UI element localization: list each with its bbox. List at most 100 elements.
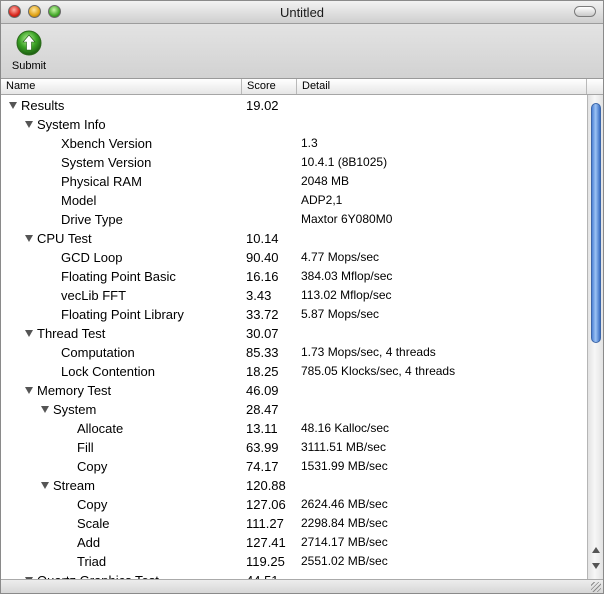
row-detail: 10.4.1 (8B1025)	[301, 155, 388, 169]
bottom-bar	[1, 579, 603, 593]
outline-row[interactable]: Add 127.41 2714.17 MB/sec	[1, 533, 587, 552]
outline-row[interactable]: Floating Point Basic 16.16 384.03 Mflop/se…	[1, 267, 587, 286]
disclosure-triangle-icon[interactable]	[25, 387, 33, 394]
outline-row[interactable]: Quartz Graphics Test 44.51	[1, 571, 587, 579]
row-score: 13.11	[246, 421, 278, 436]
row-detail: 2714.17 MB/sec	[301, 535, 388, 549]
row-detail: 5.87 Mops/sec	[301, 307, 380, 321]
row-name: Stream	[53, 478, 95, 493]
row-detail: 1.3	[301, 136, 318, 150]
submit-label: Submit	[11, 60, 47, 72]
row-detail: 2048 MB	[301, 174, 350, 188]
row-score: 127.41	[246, 535, 286, 550]
row-score: 44.51	[246, 571, 279, 579]
row-detail: 785.05 Klocks/sec, 4 threads	[301, 364, 456, 378]
row-name: Copy	[77, 497, 108, 512]
scroll-up-arrow-icon[interactable]	[592, 547, 600, 553]
row-detail: 2551.02 MB/sec	[301, 554, 388, 568]
resize-grip-icon[interactable]	[591, 582, 601, 592]
outline-row[interactable]: Floating Point Library 33.72 5.87 Mops/sec	[1, 305, 587, 324]
column-header-score[interactable]: Score	[242, 79, 297, 94]
outline-row[interactable]: Fill 63.99 3111.51 MB/sec	[1, 438, 587, 457]
row-score: 28.47	[246, 402, 279, 417]
submit-button[interactable]: Submit	[9, 30, 49, 72]
outline-row[interactable]: Copy 127.06 2624.46 MB/sec	[1, 495, 587, 514]
row-score: 30.07	[246, 326, 279, 341]
outline-row[interactable]: Memory Test 46.09	[1, 381, 587, 400]
row-score: 127.06	[246, 497, 286, 512]
row-score: 111.27	[246, 516, 284, 531]
row-detail: 48.16 Kalloc/sec	[301, 421, 390, 435]
row-detail: 2298.84 MB/sec	[301, 516, 388, 530]
outline-row[interactable]: Scale 111.27 2298.84 MB/sec	[1, 514, 587, 533]
row-name: Copy	[77, 459, 108, 474]
disclosure-triangle-icon[interactable]	[41, 482, 49, 489]
row-detail: 384.03 Mflop/sec	[301, 269, 393, 283]
outline-row[interactable]: System Version 10.4.1 (8B1025)	[1, 153, 587, 172]
outline-row[interactable]: Stream 120.88	[1, 476, 587, 495]
toolbar-toggle-button[interactable]	[574, 6, 596, 17]
row-name: System Version	[61, 155, 152, 170]
disclosure-triangle-icon[interactable]	[41, 406, 49, 413]
scrollbar-thumb[interactable]	[591, 103, 601, 343]
row-score: 90.40	[246, 250, 279, 265]
row-score: 3.43	[246, 288, 272, 303]
row-detail: 2624.46 MB/sec	[301, 497, 388, 511]
disclosure-triangle-icon[interactable]	[25, 235, 33, 242]
row-detail: 3111.51 MB/sec	[301, 440, 386, 454]
row-name: vecLib FFT	[61, 288, 127, 303]
outline-row[interactable]: Copy 74.17 1531.99 MB/sec	[1, 457, 587, 476]
outline-row[interactable]: Drive Type Maxtor 6Y080M0	[1, 210, 587, 229]
row-detail: 1.73 Mops/sec, 4 threads	[301, 345, 436, 359]
row-detail: 1531.99 MB/sec	[301, 459, 388, 473]
column-header-row: Name Score Detail	[1, 79, 603, 95]
toolbar: Submit	[1, 24, 603, 79]
outline-row[interactable]: System 28.47	[1, 400, 587, 419]
row-detail: 113.02 Mflop/sec	[301, 288, 392, 302]
results-outline[interactable]: Results 19.02 System Info Xbench Version 1.3…	[1, 95, 587, 579]
title-bar[interactable]: Untitled	[1, 1, 603, 24]
outline-row[interactable]: Model ADP2,1	[1, 191, 587, 210]
outline-row[interactable]: vecLib FFT 3.43 113.02 Mflop/sec	[1, 286, 587, 305]
row-name: System	[53, 402, 97, 417]
outline-row[interactable]: GCD Loop 90.40 4.77 Mops/sec	[1, 248, 587, 267]
disclosure-triangle-icon[interactable]	[9, 102, 17, 109]
row-score: 18.25	[246, 364, 279, 379]
row-name: Model	[61, 193, 97, 208]
disclosure-triangle-icon[interactable]	[25, 121, 33, 128]
row-name: Results	[21, 98, 65, 113]
disclosure-triangle-icon[interactable]	[25, 330, 33, 337]
row-name: Thread Test	[37, 326, 106, 341]
row-name: CPU Test	[37, 231, 92, 246]
row-name: System Info	[37, 117, 106, 132]
outline-row[interactable]: Triad 119.25 2551.02 MB/sec	[1, 552, 587, 571]
row-score: 46.09	[246, 383, 279, 398]
row-score: 16.16	[246, 269, 279, 284]
row-name: Physical RAM	[61, 174, 142, 189]
vertical-scrollbar[interactable]	[587, 95, 603, 579]
outline-row[interactable]: Thread Test 30.07	[1, 324, 587, 343]
row-name: Allocate	[77, 421, 124, 436]
row-name: Lock Contention	[61, 364, 155, 379]
column-header-name[interactable]: Name	[1, 79, 242, 94]
window-title: Untitled	[279, 5, 325, 20]
outline-row[interactable]: Computation 85.33 1.73 Mops/sec, 4 threads	[1, 343, 587, 362]
outline-row[interactable]: Lock Contention 18.25 785.05 Klocks/sec, 4…	[1, 362, 587, 381]
outline-row[interactable]: Results 19.02	[1, 96, 587, 115]
scroll-down-arrow-icon[interactable]	[592, 563, 600, 569]
outline-row[interactable]: System Info	[1, 115, 587, 134]
submit-icon	[16, 30, 42, 56]
row-name: Floating Point Basic	[61, 269, 176, 284]
outline-row[interactable]: CPU Test 10.14	[1, 229, 587, 248]
outline-row[interactable]: Physical RAM 2048 MB	[1, 172, 587, 191]
row-score: 33.72	[246, 307, 279, 322]
column-header-detail[interactable]: Detail	[297, 79, 587, 94]
outline-row[interactable]: Allocate 13.11 48.16 Kalloc/sec	[1, 419, 587, 438]
row-name: Fill	[77, 440, 94, 455]
row-score: 119.25	[246, 554, 285, 569]
row-detail: Maxtor 6Y080M0	[301, 212, 393, 226]
row-score: 10.14	[246, 231, 279, 246]
row-name: Add	[77, 535, 101, 550]
row-name: Quartz Graphics Test	[37, 571, 159, 579]
outline-row[interactable]: Xbench Version 1.3	[1, 134, 587, 153]
